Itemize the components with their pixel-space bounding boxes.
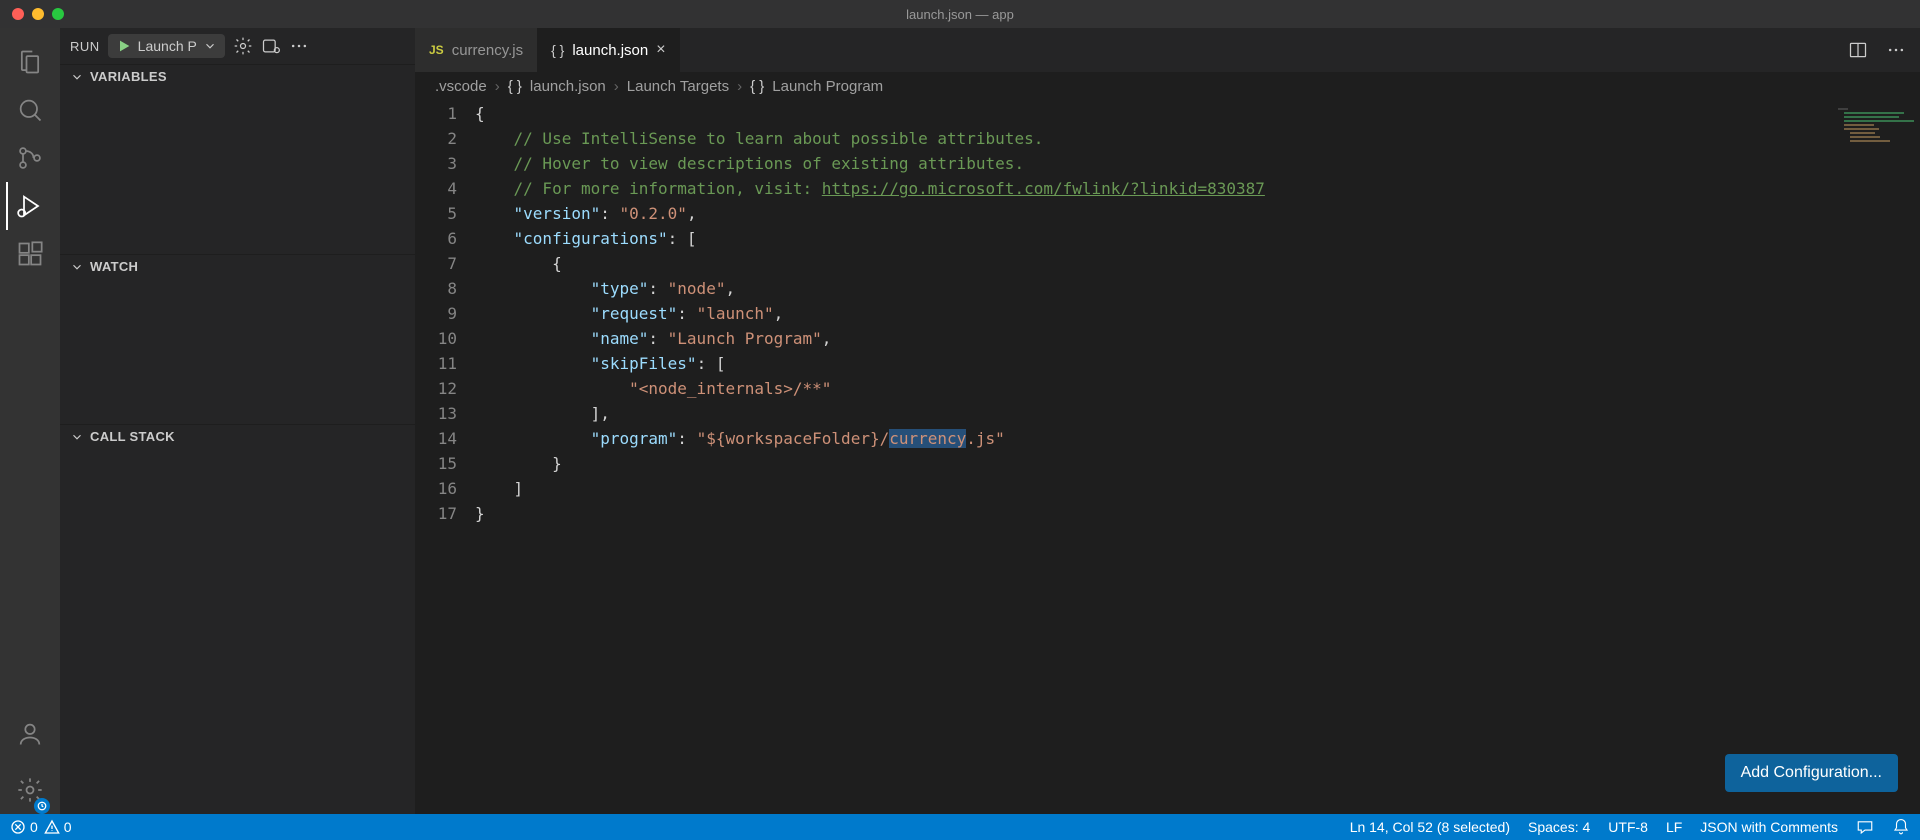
line-number-gutter: 1234567891011121314151617	[415, 101, 475, 814]
window-title: launch.json — app	[906, 7, 1014, 22]
tab-currency-js[interactable]: JS currency.js	[415, 28, 537, 72]
explorer-icon[interactable]	[6, 38, 54, 86]
run-debug-icon[interactable]	[6, 182, 54, 230]
language-mode[interactable]: JSON with Comments	[1700, 819, 1838, 835]
minimize-window-button[interactable]	[32, 8, 44, 20]
breadcrumb-item[interactable]: Launch Targets	[627, 78, 729, 95]
js-icon: JS	[429, 43, 444, 57]
breadcrumb-item[interactable]: launch.json	[530, 78, 606, 95]
error-count: 0	[30, 819, 38, 835]
debug-sidebar: RUN Launch P VARIABLES WATCH	[60, 28, 415, 814]
notifications-icon[interactable]	[1892, 818, 1910, 836]
json-icon: { }	[750, 78, 764, 95]
minimap[interactable]	[1830, 106, 1920, 166]
launch-config-dropdown[interactable]: Launch P	[108, 34, 225, 58]
open-launch-json-icon[interactable]	[233, 36, 253, 56]
add-configuration-button[interactable]: Add Configuration...	[1725, 754, 1898, 792]
breadcrumb-item[interactable]: .vscode	[435, 78, 487, 95]
code-content[interactable]: { // Use IntelliSense to learn about pos…	[475, 101, 1920, 814]
errors-button[interactable]: 0	[10, 819, 38, 835]
chevron-down-icon	[203, 39, 217, 53]
maximize-window-button[interactable]	[52, 8, 64, 20]
close-icon[interactable]: ×	[656, 41, 665, 59]
chevron-right-icon: ›	[614, 78, 619, 95]
encoding[interactable]: UTF-8	[1608, 819, 1648, 835]
variables-section-header[interactable]: VARIABLES	[60, 65, 415, 88]
more-actions-icon[interactable]	[1886, 40, 1906, 60]
accounts-icon[interactable]	[6, 710, 54, 758]
watch-label: WATCH	[90, 259, 138, 274]
warning-count: 0	[64, 819, 72, 835]
clock-badge-icon	[34, 798, 50, 814]
watch-section-header[interactable]: WATCH	[60, 255, 415, 278]
debug-console-icon[interactable]	[261, 36, 281, 56]
editor-tabs: JS currency.js { } launch.json ×	[415, 28, 1920, 72]
warnings-button[interactable]: 0	[44, 819, 72, 835]
chevron-down-icon	[70, 70, 84, 84]
extensions-icon[interactable]	[6, 230, 54, 278]
breadcrumbs[interactable]: .vscode › { } launch.json › Launch Targe…	[415, 72, 1920, 101]
more-actions-icon[interactable]	[289, 36, 309, 56]
activity-bar	[0, 28, 60, 814]
chevron-down-icon	[70, 430, 84, 444]
chevron-down-icon	[70, 260, 84, 274]
window-controls	[0, 8, 64, 20]
tab-label: launch.json	[572, 42, 648, 59]
close-window-button[interactable]	[12, 8, 24, 20]
cursor-position[interactable]: Ln 14, Col 52 (8 selected)	[1350, 819, 1510, 835]
chevron-right-icon: ›	[737, 78, 742, 95]
callstack-label: CALL STACK	[90, 429, 175, 444]
chevron-right-icon: ›	[495, 78, 500, 95]
settings-gear-icon[interactable]	[6, 766, 54, 814]
eol[interactable]: LF	[1666, 819, 1682, 835]
breadcrumb-item[interactable]: Launch Program	[772, 78, 883, 95]
editor-area: JS currency.js { } launch.json × .vscode…	[415, 28, 1920, 814]
tab-label: currency.js	[452, 42, 523, 59]
code-editor[interactable]: 1234567891011121314151617 { // Use Intel…	[415, 101, 1920, 814]
source-control-icon[interactable]	[6, 134, 54, 182]
json-icon: { }	[551, 42, 564, 58]
split-editor-icon[interactable]	[1848, 40, 1868, 60]
tab-launch-json[interactable]: { } launch.json ×	[537, 28, 679, 72]
status-bar: 0 0 Ln 14, Col 52 (8 selected) Spaces: 4…	[0, 814, 1920, 840]
variables-label: VARIABLES	[90, 69, 167, 84]
run-label: RUN	[70, 39, 100, 54]
search-icon[interactable]	[6, 86, 54, 134]
callstack-section-header[interactable]: CALL STACK	[60, 425, 415, 448]
launch-config-name: Launch P	[138, 38, 197, 54]
titlebar: launch.json — app	[0, 0, 1920, 28]
feedback-icon[interactable]	[1856, 818, 1874, 836]
indentation[interactable]: Spaces: 4	[1528, 819, 1590, 835]
json-icon: { }	[508, 78, 522, 95]
